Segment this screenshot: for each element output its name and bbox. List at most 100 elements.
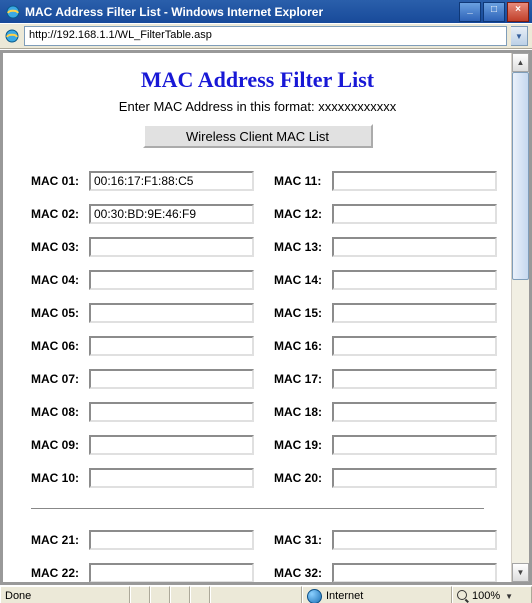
mac-label: MAC 22:: [31, 566, 89, 580]
mac-input[interactable]: [89, 270, 254, 290]
mac-label: MAC 02:: [31, 207, 89, 221]
mac-label: MAC 08:: [31, 405, 89, 419]
mac-row: MAC 09:: [31, 428, 254, 461]
maximize-button[interactable]: □: [483, 2, 505, 22]
mac-label: MAC 11:: [274, 174, 332, 188]
mac-label: MAC 03:: [31, 240, 89, 254]
mac-input[interactable]: [332, 468, 497, 488]
mac-label: MAC 31:: [274, 533, 332, 547]
mac-input[interactable]: [89, 171, 254, 191]
mac-row: MAC 17:: [274, 362, 497, 395]
page-title: MAC Address Filter List: [31, 67, 484, 93]
address-dropdown[interactable]: ▼: [511, 26, 528, 46]
status-slot-2: [150, 586, 170, 603]
mac-label: MAC 16:: [274, 339, 332, 353]
mac-input[interactable]: [89, 530, 254, 550]
mac-input[interactable]: [89, 204, 254, 224]
mac-row: MAC 08:: [31, 395, 254, 428]
scroll-up-button[interactable]: ▲: [512, 53, 529, 72]
mac-label: MAC 21:: [31, 533, 89, 547]
mac-input[interactable]: [89, 336, 254, 356]
mac-row: MAC 11:: [274, 164, 497, 197]
mac-label: MAC 06:: [31, 339, 89, 353]
address-bar: http://192.168.1.1/WL_FilterTable.asp ▼: [0, 23, 532, 49]
vertical-scrollbar[interactable]: ▲ ▼: [511, 53, 529, 582]
mac-input[interactable]: [332, 435, 497, 455]
status-slot-3: [170, 586, 190, 603]
page-content: MAC Address Filter List Enter MAC Addres…: [3, 53, 512, 582]
mac-label: MAC 32:: [274, 566, 332, 580]
minimize-button[interactable]: _: [459, 2, 481, 22]
mac-row: MAC 16:: [274, 329, 497, 362]
mac-row: MAC 07:: [31, 362, 254, 395]
mac-label: MAC 20:: [274, 471, 332, 485]
mac-input[interactable]: [332, 237, 497, 257]
mac-input[interactable]: [332, 563, 497, 583]
status-zone-label: Internet: [326, 590, 363, 602]
status-zoom[interactable]: 100% ▼: [452, 586, 532, 603]
scroll-thumb[interactable]: [512, 72, 529, 280]
mac-row: MAC 22:: [31, 556, 254, 582]
wireless-client-mac-list-button[interactable]: Wireless Client MAC List: [143, 124, 373, 148]
mac-label: MAC 13:: [274, 240, 332, 254]
mac-label: MAC 10:: [31, 471, 89, 485]
window-title: MAC Address Filter List - Windows Intern…: [25, 5, 459, 19]
status-slot-1: [130, 586, 150, 603]
mac-label: MAC 18:: [274, 405, 332, 419]
mac-input[interactable]: [332, 204, 497, 224]
mac-input[interactable]: [89, 303, 254, 323]
mac-section-2: MAC 21:MAC 22:MAC 23: MAC 31:MAC 32:MAC …: [31, 523, 484, 582]
status-bar: Done Internet 100% ▼: [0, 585, 532, 603]
mac-row: MAC 01:: [31, 164, 254, 197]
chevron-down-icon: ▼: [505, 592, 513, 601]
mac-input[interactable]: [332, 270, 497, 290]
ie-icon: [5, 4, 21, 20]
mac-input[interactable]: [332, 530, 497, 550]
zoom-icon: [457, 590, 469, 602]
mac-input[interactable]: [332, 336, 497, 356]
status-text: Done: [0, 586, 130, 603]
mac-col-left-2: MAC 21:MAC 22:MAC 23:: [31, 523, 254, 582]
mac-row: MAC 31:: [274, 523, 497, 556]
section-divider: [31, 508, 484, 509]
status-zone[interactable]: Internet: [302, 586, 452, 603]
mac-row: MAC 20:: [274, 461, 497, 494]
scroll-track[interactable]: [512, 72, 529, 563]
mac-input[interactable]: [332, 303, 497, 323]
page-subtext: Enter MAC Address in this format: xxxxxx…: [31, 99, 484, 114]
window-buttons: _ □ ×: [459, 2, 529, 22]
scroll-down-button[interactable]: ▼: [512, 563, 529, 582]
mac-col-left-1: MAC 01:MAC 02:MAC 03:MAC 04:MAC 05:MAC 0…: [31, 164, 254, 494]
window-titlebar: MAC Address Filter List - Windows Intern…: [0, 0, 532, 23]
mac-row: MAC 18:: [274, 395, 497, 428]
mac-col-right-1: MAC 11:MAC 12:MAC 13:MAC 14:MAC 15:MAC 1…: [274, 164, 497, 494]
mac-label: MAC 04:: [31, 273, 89, 287]
status-progress: [210, 586, 302, 603]
address-input[interactable]: http://192.168.1.1/WL_FilterTable.asp: [24, 26, 507, 46]
mac-input[interactable]: [89, 468, 254, 488]
mac-label: MAC 12:: [274, 207, 332, 221]
status-slot-4: [190, 586, 210, 603]
mac-row: MAC 06:: [31, 329, 254, 362]
mac-input[interactable]: [89, 402, 254, 422]
mac-input[interactable]: [89, 563, 254, 583]
mac-row: MAC 21:: [31, 523, 254, 556]
close-button[interactable]: ×: [507, 2, 529, 22]
mac-row: MAC 03:: [31, 230, 254, 263]
mac-input[interactable]: [89, 435, 254, 455]
mac-row: MAC 15:: [274, 296, 497, 329]
mac-label: MAC 09:: [31, 438, 89, 452]
mac-input[interactable]: [89, 237, 254, 257]
mac-row: MAC 10:: [31, 461, 254, 494]
mac-label: MAC 01:: [31, 174, 89, 188]
mac-row: MAC 19:: [274, 428, 497, 461]
mac-input[interactable]: [332, 369, 497, 389]
mac-input[interactable]: [332, 171, 497, 191]
browser-viewport: MAC Address Filter List Enter MAC Addres…: [0, 49, 532, 585]
mac-input[interactable]: [89, 369, 254, 389]
page-surface: MAC Address Filter List Enter MAC Addres…: [3, 53, 529, 582]
mac-label: MAC 15:: [274, 306, 332, 320]
mac-input[interactable]: [332, 402, 497, 422]
mac-label: MAC 07:: [31, 372, 89, 386]
mac-col-right-2: MAC 31:MAC 32:MAC 33:: [274, 523, 497, 582]
